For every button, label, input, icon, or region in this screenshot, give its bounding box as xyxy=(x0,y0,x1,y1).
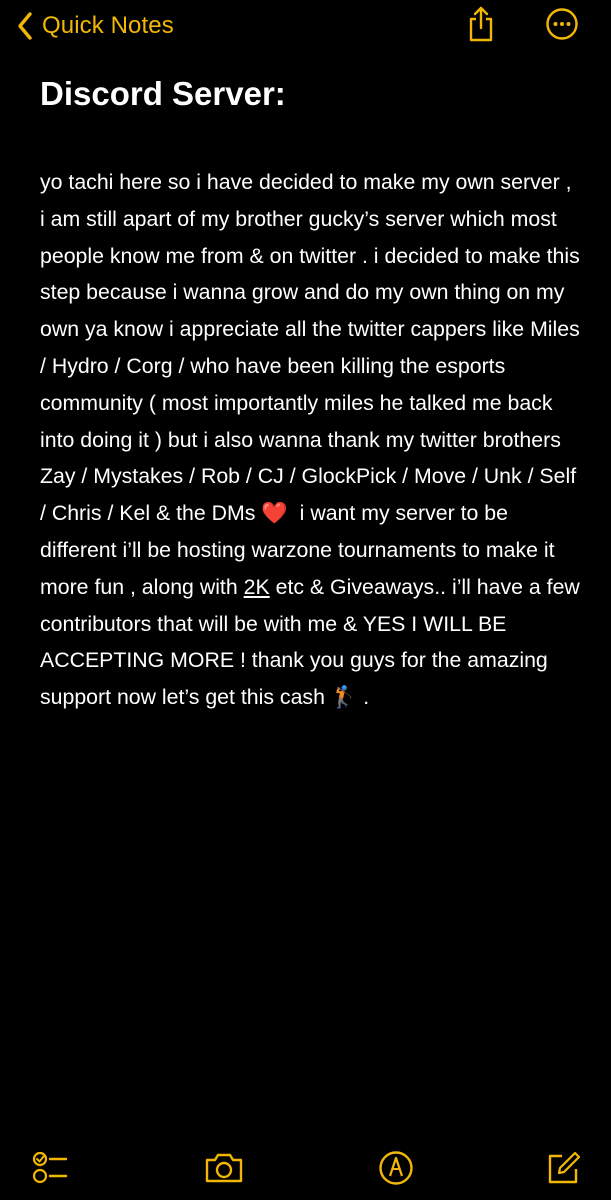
markup-button[interactable] xyxy=(374,1148,418,1192)
checklist-button[interactable] xyxy=(28,1148,72,1192)
compose-button[interactable] xyxy=(541,1148,585,1192)
compose-icon xyxy=(544,1149,582,1192)
heart-emoji: ❤️ xyxy=(261,501,288,526)
note-title[interactable]: Discord Server: xyxy=(40,72,580,116)
camera-icon xyxy=(204,1151,244,1190)
back-label: Quick Notes xyxy=(42,12,174,39)
bottom-toolbar xyxy=(0,1140,611,1200)
golfer-emoji: 🏌🏽 xyxy=(330,685,358,710)
chevron-left-icon xyxy=(16,11,34,41)
more-button[interactable] xyxy=(544,6,580,46)
back-button[interactable]: Quick Notes xyxy=(16,6,174,46)
navigation-bar: Quick Notes xyxy=(0,0,611,56)
note-body-end: . xyxy=(357,685,370,710)
checklist-icon xyxy=(30,1148,70,1193)
underlined-text: 2K xyxy=(243,574,270,599)
ellipsis-circle-icon xyxy=(545,7,579,46)
note-body[interactable]: yo tachi here so i have decided to make … xyxy=(40,164,580,716)
camera-button[interactable] xyxy=(202,1148,246,1192)
note-body-text-1: yo tachi here so i have decided to make … xyxy=(40,170,586,526)
share-button[interactable] xyxy=(463,6,499,46)
markup-pen-icon xyxy=(377,1149,415,1192)
share-icon xyxy=(466,5,496,48)
